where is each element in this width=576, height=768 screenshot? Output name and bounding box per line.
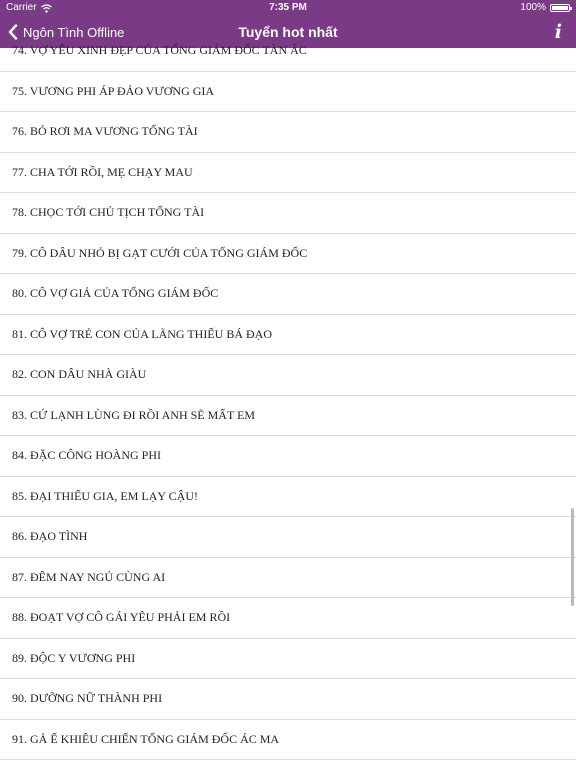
story-title: 85. ĐẠI THIẾU GIA, EM LẠY CẬU! — [12, 488, 198, 503]
story-title: 83. CỨ LẠNH LÙNG ĐI RỒI ANH SẼ MẤT EM — [12, 407, 256, 422]
story-title: 91. GẢ Ế KHIÊU CHIẾN TỔNG GIÁM ĐỐC ÁC MA — [12, 731, 280, 746]
story-title: 82. CON DÂU NHÀ GIÀU — [12, 367, 147, 382]
list-item[interactable]: 89. ĐỘC Y VƯƠNG PHI — [0, 639, 576, 679]
story-title: 79. CÔ DÂU NHỎ BỊ GẠT CƯỚI CỦA TỔNG GIÁM… — [12, 245, 308, 260]
story-title: 84. ĐẶC CÔNG HOÀNG PHI — [12, 448, 162, 463]
battery-fill — [552, 6, 568, 10]
status-time: 7:35 PM — [269, 2, 307, 13]
story-title: 90. DƯỠNG NỮ THÀNH PHI — [12, 691, 163, 706]
list-item[interactable]: 91. GẢ Ế KHIÊU CHIẾN TỔNG GIÁM ĐỐC ÁC MA — [0, 720, 576, 760]
story-list: 74. VỢ YÊU XINH ĐẸP CỦA TỔNG GIÁM ĐỐC TÀ… — [0, 31, 576, 760]
list-item[interactable]: 85. ĐẠI THIẾU GIA, EM LẠY CẬU! — [0, 477, 576, 517]
list-item[interactable]: 76. BỎ RƠI MA VƯƠNG TỔNG TÀI — [0, 112, 576, 153]
list-item[interactable]: 81. CÔ VỢ TRẺ CON CỦA LÃNG THIẾU BÁ ĐẠO — [0, 315, 576, 355]
battery-icon — [550, 4, 572, 12]
list-item[interactable]: 75. VƯƠNG PHI ÁP ĐẢO VƯƠNG GIA — [0, 72, 576, 112]
story-title: 89. ĐỘC Y VƯƠNG PHI — [12, 650, 136, 665]
story-title: 75. VƯƠNG PHI ÁP ĐẢO VƯƠNG GIA — [12, 83, 215, 98]
list-item[interactable]: 86. ĐẠO TÌNH — [0, 517, 576, 558]
list-item[interactable]: 77. CHA TỚI RỒI, MẸ CHẠY MAU — [0, 153, 576, 193]
list-item[interactable]: 88. ĐOẠT VỢ CÔ GÁI YÊU PHẢI EM RỒI — [0, 598, 576, 639]
status-bar: Carrier 7:35 PM 100% — [0, 0, 576, 16]
scrollbar[interactable] — [571, 508, 574, 606]
story-title: 86. ĐẠO TÌNH — [12, 529, 88, 544]
story-title: 88. ĐOẠT VỢ CÔ GÁI YÊU PHẢI EM RỒI — [12, 610, 231, 625]
story-title: 87. ĐÊM NAY NGỦ CÙNG AI — [12, 569, 166, 584]
story-title: 80. CÔ VỢ GIẢ CỦA TỔNG GIÁM ĐỐC — [12, 286, 219, 301]
list-item[interactable]: 90. DƯỠNG NỮ THÀNH PHI — [0, 679, 576, 720]
status-right: 100% — [520, 0, 572, 16]
list-item[interactable]: 87. ĐÊM NAY NGỦ CÙNG AI — [0, 558, 576, 598]
list-item[interactable]: 79. CÔ DÂU NHỎ BỊ GẠT CƯỚI CỦA TỔNG GIÁM… — [0, 234, 576, 274]
list-item[interactable]: 82. CON DÂU NHÀ GIÀU — [0, 355, 576, 396]
story-title: 78. CHỌC TỚI CHỦ TỊCH TỔNG TÀI — [12, 205, 205, 220]
battery-percent: 100% — [520, 2, 546, 13]
story-title: 77. CHA TỚI RỒI, MẸ CHẠY MAU — [12, 164, 193, 179]
story-title: 74. VỢ YÊU XINH ĐẸP CỦA TỔNG GIÁM ĐỐC TÀ… — [12, 43, 307, 58]
story-title: 76. BỎ RƠI MA VƯƠNG TỔNG TÀI — [12, 124, 198, 139]
list-item[interactable]: 83. CỨ LẠNH LÙNG ĐI RỒI ANH SẼ MẤT EM — [0, 396, 576, 436]
list-item[interactable]: 74. VỢ YÊU XINH ĐẸP CỦA TỔNG GIÁM ĐỐC TÀ… — [0, 31, 576, 72]
story-title: 81. CÔ VỢ TRẺ CON CỦA LÃNG THIẾU BÁ ĐẠO — [12, 326, 273, 341]
list-item[interactable]: 80. CÔ VỢ GIẢ CỦA TỔNG GIÁM ĐỐC — [0, 274, 576, 315]
list-item[interactable]: 78. CHỌC TỚI CHỦ TỊCH TỔNG TÀI — [0, 193, 576, 234]
list-item[interactable]: 84. ĐẶC CÔNG HOÀNG PHI — [0, 436, 576, 477]
